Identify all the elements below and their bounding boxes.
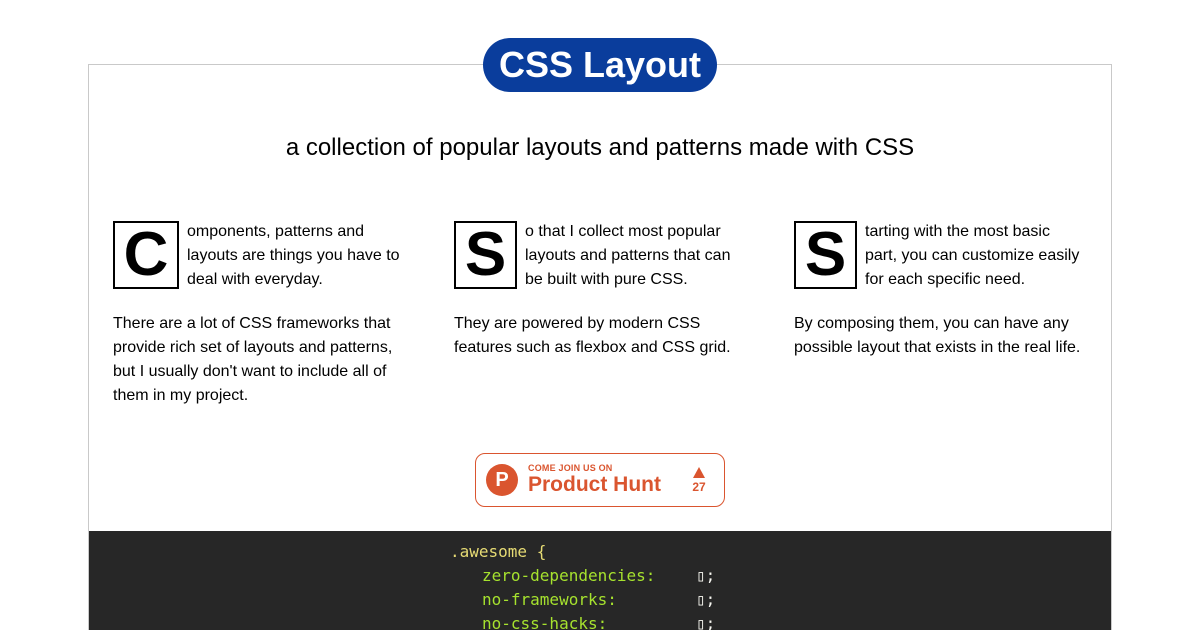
code-value: ▯	[696, 566, 706, 585]
feature-intro: S o that I collect most popular layouts …	[454, 221, 746, 292]
code-semicolon: ;	[705, 566, 716, 585]
code-block: .awesome { zero-dependencies: ▯; no-fram…	[89, 531, 1111, 630]
code-value: ▯	[696, 590, 706, 609]
code-value: ▯	[696, 614, 706, 630]
feature-intro: C omponents, patterns and layouts are th…	[113, 221, 405, 292]
feature-body: There are a lot of CSS frameworks that p…	[113, 315, 393, 404]
feature-column-2: S o that I collect most popular layouts …	[454, 221, 746, 360]
feature-body: By composing them, you can have any poss…	[794, 315, 1081, 356]
code-semicolon: ;	[705, 614, 716, 630]
code-selector: .awesome	[450, 542, 528, 561]
product-hunt-badge[interactable]: P COME JOIN US ON Product Hunt 27	[475, 453, 725, 507]
code-property-line: no-frameworks:	[482, 590, 617, 610]
brand-title[interactable]: CSS Layout	[483, 38, 717, 92]
product-hunt-text: COME JOIN US ON Product Hunt	[528, 463, 678, 497]
drop-cap: S	[454, 221, 517, 289]
product-hunt-logo-icon: P	[486, 464, 518, 496]
feature-intro-text: omponents, patterns and layouts are thin…	[187, 223, 400, 288]
code-property-line: no-css-hacks:	[482, 614, 607, 630]
code-property-value: ▯;	[696, 614, 715, 630]
drop-cap: C	[113, 221, 179, 289]
vote-count: 27	[692, 479, 706, 494]
code-property-line: zero-dependencies:	[482, 566, 655, 586]
code-property-name: zero-dependencies:	[482, 566, 656, 585]
code-property-value: ▯;	[696, 566, 715, 586]
code-property-name: no-frameworks:	[482, 590, 617, 609]
upvote-arrow-icon	[693, 466, 705, 478]
feature-intro: S tarting with the most basic part, you …	[794, 221, 1086, 292]
code-property-name: no-css-hacks:	[482, 614, 608, 630]
feature-intro-text: tarting with the most basic part, you ca…	[865, 223, 1080, 288]
tagline: a collection of popular layouts and patt…	[285, 134, 915, 161]
code-selector-line: .awesome {	[450, 542, 546, 562]
feature-intro-text: o that I collect most popular layouts an…	[525, 223, 731, 288]
code-semicolon: ;	[705, 590, 716, 609]
product-hunt-votes: 27	[684, 466, 714, 494]
feature-body: They are powered by modern CSS features …	[454, 315, 731, 356]
code-open-brace: {	[536, 542, 547, 561]
feature-column-3: S tarting with the most basic part, you …	[794, 221, 1086, 360]
product-hunt-small-label: COME JOIN US ON	[528, 463, 613, 473]
product-hunt-name: Product Hunt	[528, 473, 661, 496]
code-property-value: ▯;	[696, 590, 715, 610]
feature-column-1: C omponents, patterns and layouts are th…	[113, 221, 405, 408]
drop-cap: S	[794, 221, 857, 289]
